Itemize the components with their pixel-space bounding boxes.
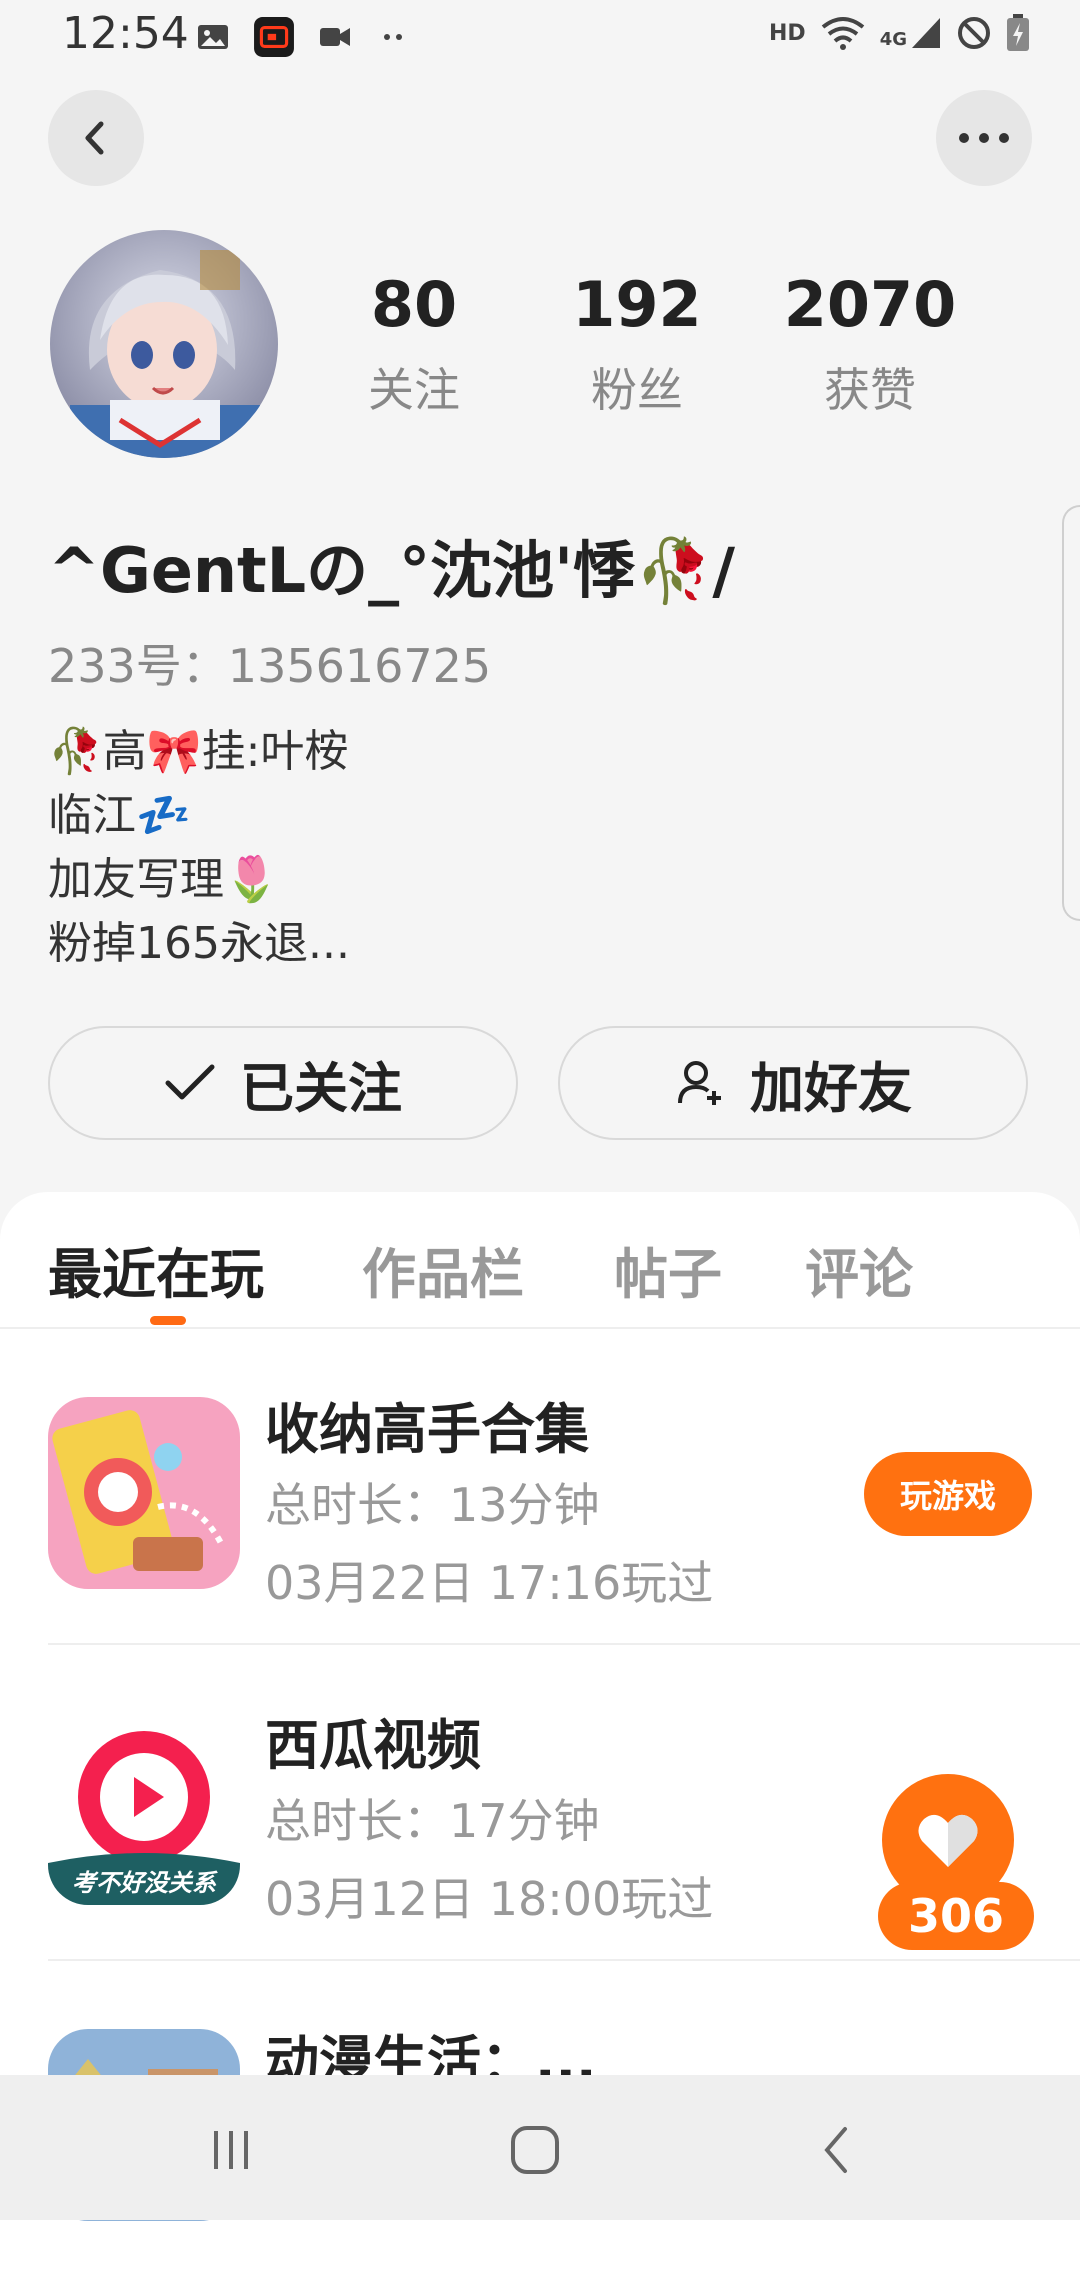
do-not-disturb-icon bbox=[958, 17, 990, 49]
home-icon bbox=[511, 2126, 559, 2174]
status-left-icons bbox=[195, 16, 411, 58]
game-title: 西瓜视频 bbox=[265, 1714, 481, 1777]
hd-icon: HD bbox=[769, 20, 806, 46]
stat-following-label: 关注 bbox=[368, 363, 460, 417]
stat-followers-count: 192 bbox=[572, 268, 702, 341]
stat-following-count: 80 bbox=[370, 268, 458, 341]
back-button[interactable] bbox=[48, 90, 144, 186]
chevron-left-icon bbox=[85, 121, 104, 155]
game-icon-xigua-video: 考不好没关系 bbox=[48, 1713, 240, 1905]
recent-apps-icon bbox=[214, 2131, 248, 2169]
4g-signal-icon: 4G bbox=[880, 16, 942, 50]
tab-posts[interactable]: 帖子 bbox=[614, 1230, 722, 1309]
profile-uid: 233号：135616725 bbox=[48, 639, 492, 693]
floating-like-button[interactable]: 306 bbox=[862, 1770, 1034, 1958]
following-button-label: 已关注 bbox=[240, 1056, 402, 1120]
nav-back-button[interactable] bbox=[802, 2115, 872, 2185]
bio-line: 加友写理🌷 bbox=[48, 854, 279, 905]
home-button[interactable] bbox=[500, 2115, 570, 2185]
avatar[interactable] bbox=[50, 230, 278, 458]
more-horizontal-icon bbox=[959, 133, 1009, 143]
more-dots-icon bbox=[384, 34, 402, 40]
profile-bio: 🥀高🎀挂:叶桉 临江💤 加友写理🌷 粉掉165永退... bbox=[48, 720, 350, 976]
profile-nickname: ^GentLの_°沈池'悸🥀/ bbox=[48, 534, 735, 607]
bio-line: 粉掉165永退... bbox=[48, 918, 350, 969]
stat-following[interactable]: 80 关注 bbox=[314, 270, 514, 420]
bio-line: 临江💤 bbox=[48, 790, 191, 841]
side-drawer-handle[interactable] bbox=[1062, 505, 1080, 921]
avatar-illustration bbox=[50, 230, 278, 458]
heart-icon bbox=[918, 1814, 978, 1867]
stat-likes[interactable]: 2070 获赞 bbox=[770, 270, 970, 420]
game-last-played: 03月12日 18:00玩过 bbox=[265, 1872, 714, 1926]
add-friend-button-label: 加好友 bbox=[750, 1056, 912, 1120]
tab-recently-played[interactable]: 最近在玩 bbox=[48, 1230, 264, 1309]
checkmark-icon bbox=[165, 1064, 215, 1100]
image-icon bbox=[198, 25, 228, 49]
stat-followers[interactable]: 192 粉丝 bbox=[537, 270, 737, 420]
game-title: 收纳高手合集 bbox=[265, 1398, 589, 1461]
tab-active-indicator bbox=[150, 1316, 186, 1325]
back-icon bbox=[824, 2127, 847, 2173]
play-game-button[interactable]: 玩游戏 bbox=[864, 1452, 1032, 1536]
status-right-icons: HD 4G bbox=[769, 14, 1030, 52]
game-icon-caption: 考不好没关系 bbox=[72, 1869, 216, 1897]
like-count: 306 bbox=[878, 1882, 1034, 1950]
following-button[interactable]: 已关注 bbox=[48, 1026, 518, 1140]
status-bar: 12:54 HD 4G bbox=[0, 0, 1080, 72]
battery-icon bbox=[1007, 14, 1029, 51]
game-duration: 总时长：13分钟 bbox=[265, 1478, 600, 1532]
stat-likes-label: 获赞 bbox=[824, 363, 916, 417]
system-nav-bar bbox=[0, 2075, 1080, 2220]
wifi-icon bbox=[821, 17, 864, 50]
bio-line: 🥀高🎀挂:叶桉 bbox=[48, 726, 349, 777]
add-friend-button[interactable]: 加好友 bbox=[558, 1026, 1028, 1140]
tab-works[interactable]: 作品栏 bbox=[362, 1230, 524, 1309]
stat-likes-count: 2070 bbox=[783, 268, 957, 341]
add-person-icon bbox=[678, 1061, 721, 1105]
recent-apps-button[interactable] bbox=[196, 2115, 266, 2185]
stat-followers-label: 粉丝 bbox=[591, 363, 683, 417]
tab-comments[interactable]: 评论 bbox=[805, 1230, 913, 1309]
game-list-item[interactable]: 收纳高手合集 总时长：13分钟 03月22日 17:16玩过 玩游戏 bbox=[0, 1329, 1080, 1645]
screen-record-icon bbox=[254, 17, 294, 57]
game-duration: 总时长：17分钟 bbox=[265, 1794, 600, 1848]
more-options-button[interactable] bbox=[936, 90, 1032, 186]
game-last-played: 03月22日 17:16玩过 bbox=[265, 1556, 714, 1610]
profile-tabs: 最近在玩 作品栏 帖子 评论 bbox=[0, 1192, 1080, 1329]
game-icon-storage bbox=[48, 1397, 240, 1589]
status-time: 12:54 bbox=[62, 8, 189, 59]
video-camera-icon bbox=[320, 28, 350, 46]
